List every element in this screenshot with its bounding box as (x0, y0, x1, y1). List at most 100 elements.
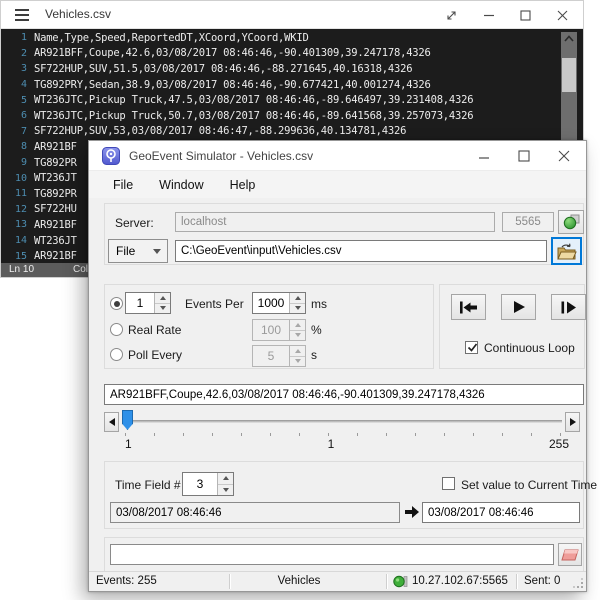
ms-unit-label: ms (311, 297, 327, 311)
feed-name: Vehicles (239, 575, 359, 587)
simulator-titlebar: GeoEvent Simulator - Vehicles.csv (89, 141, 586, 171)
set-current-time-checkbox[interactable] (442, 477, 455, 490)
arrow-right-bold-icon (404, 505, 420, 519)
slider-right-button[interactable] (565, 412, 580, 432)
slider-ticks (125, 433, 562, 436)
arrow-right-icon (570, 418, 576, 426)
spin-up-icon[interactable] (290, 293, 305, 303)
menu-window[interactable]: Window (157, 176, 205, 194)
seconds-unit-label: s (311, 348, 317, 362)
server-port-input: 5565 (502, 212, 554, 232)
progress-panel (104, 537, 584, 572)
time-field-group: Time Field # 3 Set value to Current Time… (104, 461, 584, 529)
play-icon (512, 300, 526, 314)
chevron-down-icon (153, 249, 161, 254)
menu-file[interactable]: File (111, 176, 135, 194)
spin-down-icon[interactable] (290, 303, 305, 314)
menubar: File Window Help (89, 171, 586, 198)
resize-grip[interactable] (573, 578, 584, 589)
file-path-input[interactable]: C:\GeoEvent\input\Vehicles.csv (175, 240, 547, 262)
arrow-left-icon (109, 418, 115, 426)
slider-left-button[interactable] (104, 412, 119, 432)
slider-current-label: 1 (291, 437, 371, 451)
open-folder-icon (556, 243, 577, 260)
eraser-icon (561, 549, 579, 561)
column-indicator: Col (73, 264, 88, 275)
code-line: 5WT236JTC,Pickup Truck,47.5,03/08/2017 0… (1, 92, 583, 108)
line-indicator: Ln 10 (9, 264, 34, 275)
slider-handle[interactable] (122, 410, 133, 430)
play-button[interactable] (501, 294, 536, 320)
spin-down-icon[interactable] (155, 303, 170, 314)
minimize-icon[interactable] (464, 141, 504, 171)
desktop: Vehicles.csv 1Name,Type,Speed,ReportedDT (0, 0, 600, 600)
editor-title: Vehicles.csv (45, 7, 111, 21)
browse-file-button[interactable] (551, 237, 582, 265)
slider-min-label: 1 (125, 437, 132, 451)
real-rate-label: Real Rate (128, 323, 181, 337)
simulator-window: GeoEvent Simulator - Vehicles.csv File W… (88, 140, 587, 592)
spin-up-icon[interactable] (155, 293, 170, 303)
menu-help[interactable]: Help (228, 176, 258, 194)
scroll-up-icon[interactable] (564, 35, 574, 42)
slider-track[interactable] (122, 420, 562, 423)
continuous-loop-checkbox[interactable] (465, 341, 478, 354)
hamburger-menu-icon[interactable] (15, 9, 29, 21)
editor-titlebar: Vehicles.csv (1, 1, 583, 29)
statusbar-separator (386, 574, 387, 589)
connection-group: Server: localhost 5565 File C:\GeoEvent\… (104, 203, 584, 265)
maximize-icon[interactable] (504, 141, 544, 171)
time-field-label: Time Field # (115, 478, 181, 492)
connection-status-icon (393, 575, 408, 588)
continuous-loop-label: Continuous Loop (484, 341, 575, 355)
rate-group: 1 Events Per 1000 ms Real Rate 100 % Pol… (104, 284, 434, 369)
real-rate-radio[interactable] (110, 323, 123, 336)
clear-button[interactable] (558, 543, 582, 566)
statusbar-separator (516, 574, 517, 589)
code-line: 6WT236JTC,Pickup Truck,50.7,03/08/2017 0… (1, 108, 583, 124)
time-to-input[interactable]: 03/08/2017 08:46:46 (422, 502, 580, 523)
code-line: 7SF722HUP,SUV,53,03/08/2017 08:46:47,-88… (1, 124, 583, 140)
step-button[interactable] (551, 294, 586, 320)
code-line: 3SF722HUP,SUV,51.5,03/08/2017 08:46:46,-… (1, 61, 583, 77)
spin-down-icon[interactable] (218, 484, 233, 496)
sent-count: Sent: 0 (524, 575, 560, 587)
connected-icon (563, 214, 580, 230)
minimize-icon[interactable] (470, 1, 507, 29)
progress-bar (110, 544, 554, 565)
playback-group: Continuous Loop (439, 284, 585, 369)
events-per-label: Events Per (185, 297, 244, 311)
server-host-input: localhost (175, 212, 495, 232)
scrollbar-thumb[interactable] (562, 58, 576, 92)
skip-to-start-button[interactable] (451, 294, 486, 320)
step-icon (560, 301, 577, 314)
time-from-input: 03/08/2017 08:46:46 (110, 502, 400, 523)
server-label: Server: (115, 216, 154, 230)
real-rate-spinner: 100 (252, 319, 306, 341)
simulator-statusbar: Events: 255 Vehicles 10.27.102.67:5565 S… (89, 571, 586, 591)
set-current-time-label: Set value to Current Time (461, 478, 597, 492)
events-count-spinner[interactable]: 1 (125, 292, 171, 314)
maximize-icon[interactable] (507, 1, 544, 29)
interval-spinner[interactable]: 1000 (252, 292, 306, 314)
expand-diagonal-icon[interactable] (433, 1, 470, 29)
slider-max-label: 255 (509, 437, 569, 451)
checkmark-icon (466, 341, 479, 354)
poll-spinner: 5 (252, 345, 306, 367)
statusbar-separator (229, 574, 230, 589)
close-icon[interactable] (544, 141, 584, 171)
poll-every-radio[interactable] (110, 348, 123, 361)
code-line: 2AR921BFF,Coupe,42.6,03/08/2017 08:46:46… (1, 46, 583, 62)
code-line: 1Name,Type,Speed,ReportedDT,XCoord,YCoor… (1, 30, 583, 46)
endpoint-address: 10.27.102.67:5565 (412, 575, 508, 587)
skip-to-start-icon (459, 301, 478, 314)
connect-button[interactable] (558, 210, 584, 234)
events-count: Events: 255 (96, 575, 157, 587)
event-preview-input[interactable]: AR921BFF,Coupe,42.6,03/08/2017 08:46:46,… (104, 384, 584, 405)
time-field-spinner[interactable]: 3 (182, 472, 234, 496)
spin-up-icon[interactable] (218, 473, 233, 484)
close-icon[interactable] (544, 1, 581, 29)
source-type-select[interactable]: File (108, 239, 168, 263)
fixed-rate-radio[interactable] (110, 297, 123, 310)
geoevent-app-icon (102, 147, 120, 165)
